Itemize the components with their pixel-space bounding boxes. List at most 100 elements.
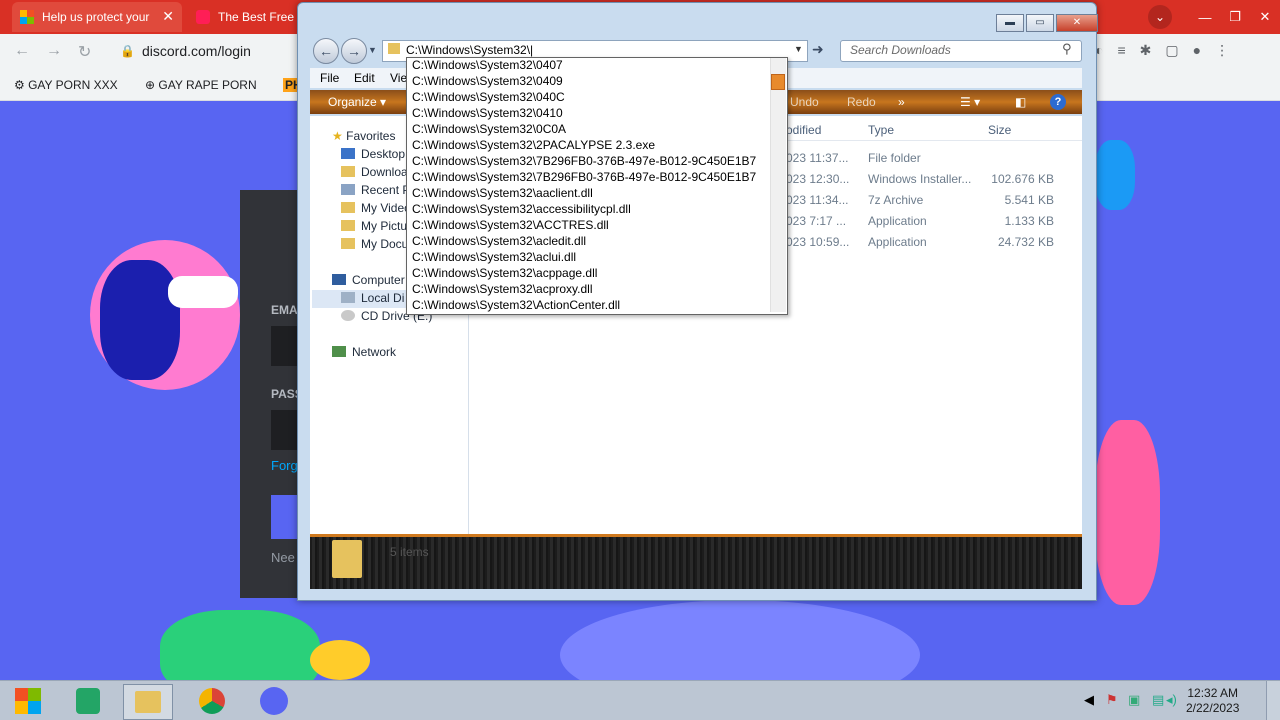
- illustration-blob: [1095, 420, 1160, 605]
- scrollbar[interactable]: [770, 58, 786, 312]
- file-modified: 023 10:59...: [786, 235, 850, 249]
- action-center-flag-icon[interactable]: ⚑: [1106, 692, 1118, 708]
- close-icon[interactable]: ✕: [1250, 9, 1280, 25]
- cd-drive-icon: [341, 310, 355, 321]
- back-icon[interactable]: ←: [313, 38, 339, 64]
- list-item[interactable]: C:\Windows\System32\aclui.dll: [412, 250, 576, 264]
- hard-drive-icon: [341, 292, 355, 303]
- close-tab-icon[interactable]: ✕: [162, 8, 174, 25]
- desktop-icon: [341, 148, 355, 159]
- nav-favorites[interactable]: ★ Favorites: [332, 129, 395, 143]
- forward-icon[interactable]: →: [46, 42, 62, 60]
- list-item[interactable]: C:\Windows\System32\2PACALYPSE 2.3.exe: [412, 138, 655, 152]
- address-dropdown-icon[interactable]: ▼: [794, 44, 803, 54]
- help-icon[interactable]: ?: [1050, 94, 1066, 110]
- taskbar-app-chrome[interactable]: [188, 684, 236, 718]
- list-item[interactable]: C:\Windows\System32\aaclient.dll: [412, 186, 593, 200]
- more-commands-icon[interactable]: »: [898, 95, 905, 109]
- preview-pane-icon[interactable]: ◧: [1015, 95, 1026, 109]
- forward-icon[interactable]: →: [341, 38, 367, 64]
- menu-view[interactable]: Vie: [390, 71, 407, 85]
- address-input[interactable]: C:\Windows\System32\|: [406, 43, 533, 57]
- network-icon[interactable]: ▤: [1152, 692, 1164, 708]
- list-item[interactable]: C:\Windows\System32\ACCTRES.dll: [412, 218, 609, 232]
- forgot-password-link[interactable]: Forg: [271, 458, 298, 473]
- minimize-icon[interactable]: ▬: [996, 14, 1024, 32]
- file-size: 102.676 KB: [991, 172, 1054, 186]
- minimize-icon[interactable]: —: [1190, 10, 1220, 25]
- maximize-icon[interactable]: ▭: [1026, 14, 1054, 32]
- list-item[interactable]: C:\Windows\System32\0C0A: [412, 122, 566, 136]
- list-item[interactable]: C:\Windows\System32\acppage.dll: [412, 266, 597, 280]
- sidepanel-icon[interactable]: ▢: [1165, 42, 1178, 59]
- close-icon[interactable]: ✕: [1056, 14, 1098, 32]
- column-size[interactable]: Size: [988, 123, 1011, 137]
- search-icon[interactable]: ⚲: [1062, 41, 1072, 57]
- network-icon: [332, 346, 346, 357]
- list-item[interactable]: C:\Windows\System32\0409: [412, 74, 563, 88]
- nav-computer[interactable]: Computer: [332, 273, 405, 287]
- restore-icon[interactable]: ❐: [1220, 9, 1250, 25]
- menu-file[interactable]: File: [320, 71, 339, 85]
- lock-icon[interactable]: 🔒: [120, 44, 135, 58]
- illustration-character: [1095, 140, 1135, 210]
- list-item[interactable]: C:\Windows\System32\ActionCenter.dll: [412, 298, 620, 312]
- menu-kebab-icon[interactable]: ⋮: [1215, 42, 1229, 59]
- show-hidden-icons-icon[interactable]: ◀: [1084, 692, 1094, 708]
- nav-local-disk[interactable]: Local Di: [341, 291, 404, 305]
- nav-desktop[interactable]: Desktop: [341, 147, 405, 161]
- clock-date: 2/22/2023: [1186, 701, 1240, 715]
- list-item[interactable]: C:\Windows\System32\0410: [412, 106, 563, 120]
- explorer-window-controls: ▬ ▭ ✕: [994, 14, 1098, 32]
- reload-icon[interactable]: ↻: [78, 42, 91, 62]
- list-item[interactable]: C:\Windows\System32\acledit.dll: [412, 234, 586, 248]
- search-input[interactable]: Search Downloads: [850, 43, 951, 57]
- go-arrow-icon[interactable]: ➜: [812, 41, 824, 58]
- redo-button[interactable]: Redo: [847, 95, 876, 109]
- nav-videos[interactable]: My Video: [341, 201, 411, 215]
- start-button[interactable]: [4, 684, 52, 718]
- list-item[interactable]: C:\Windows\System32\0407: [412, 58, 563, 72]
- taskbar-clock[interactable]: 12:32 AM 2/22/2023: [1186, 686, 1239, 716]
- list-item[interactable]: C:\Windows\System32\acproxy.dll: [412, 282, 593, 296]
- url-text[interactable]: discord.com/login: [142, 43, 251, 59]
- bookmark-2[interactable]: ⊕ GAY RAPE PORN: [145, 78, 257, 92]
- taskbar-app-explorer[interactable]: [123, 684, 173, 720]
- tab-title: Help us protect your: [42, 10, 150, 24]
- view-options-icon[interactable]: ☰ ▾: [960, 95, 980, 109]
- nav-documents[interactable]: My Docu: [341, 237, 408, 251]
- spreadsheet-icon: [76, 688, 100, 714]
- list-item[interactable]: C:\Windows\System32\7B296FB0-376B-497e-B…: [412, 170, 768, 184]
- undo-button[interactable]: Undo: [790, 95, 819, 109]
- list-item[interactable]: C:\Windows\System32\accessibilitycpl.dll: [412, 202, 631, 216]
- recent-pages-chevron-icon[interactable]: ▼: [368, 45, 377, 55]
- browser-tab-2[interactable]: The Best Free: [188, 2, 298, 32]
- computer-icon: [332, 274, 346, 285]
- column-date-modified[interactable]: odified: [786, 123, 821, 137]
- file-modified: 023 11:37...: [786, 151, 849, 165]
- organize-button[interactable]: Organize ▾: [328, 95, 386, 109]
- shield-icon[interactable]: ▣: [1128, 692, 1140, 708]
- show-desktop-button[interactable]: [1266, 681, 1280, 720]
- nav-downloads[interactable]: Downloa: [341, 165, 408, 179]
- extension-icon[interactable]: ≡: [1117, 42, 1125, 59]
- menu-edit[interactable]: Edit: [354, 71, 375, 85]
- taskbar-app-sheets[interactable]: [64, 684, 112, 718]
- puzzle-icon[interactable]: ✱: [1140, 42, 1152, 59]
- browser-tab-1[interactable]: Help us protect your ✕: [12, 2, 182, 32]
- nav-pictures[interactable]: My Pictu: [341, 219, 407, 233]
- nav-recent[interactable]: Recent P: [341, 183, 410, 197]
- back-icon[interactable]: ←: [14, 42, 30, 60]
- scrollbar-thumb[interactable]: [771, 74, 785, 90]
- column-type[interactable]: Type: [868, 123, 894, 137]
- bookmark-1[interactable]: ⚙ GAY PORN XXX: [14, 78, 118, 92]
- extension-icons: ◐ ≡ ✱ ▢ ● ⋮: [1095, 42, 1229, 59]
- list-item[interactable]: C:\Windows\System32\7B296FB0-376B-497e-B…: [412, 154, 768, 168]
- file-modified: 023 11:34...: [786, 193, 849, 207]
- list-item[interactable]: C:\Windows\System32\040C: [412, 90, 565, 104]
- profile-icon[interactable]: ●: [1193, 42, 1201, 59]
- nav-network[interactable]: Network: [332, 345, 396, 359]
- volume-icon[interactable]: ◂): [1166, 692, 1177, 708]
- taskbar-app-discord[interactable]: [250, 684, 298, 718]
- tab-search-icon[interactable]: ⌄: [1148, 5, 1172, 29]
